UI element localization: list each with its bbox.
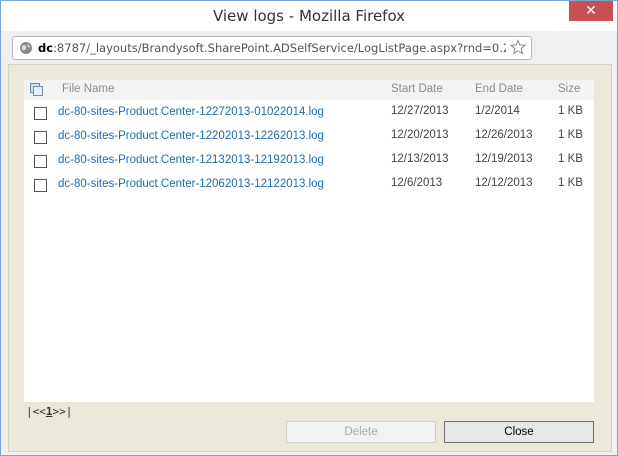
window-title: View logs - Mozilla Firefox	[212, 7, 406, 25]
bookmark-star-icon[interactable]	[510, 39, 526, 55]
size-cell: 1 KB	[558, 105, 583, 117]
start-date-cell: 12/20/2013	[391, 129, 449, 141]
table-row: dc-80-sites-Product Center-12062013-1212…	[24, 173, 594, 197]
pager-first[interactable]: |<	[26, 405, 39, 418]
close-button[interactable]: Close	[444, 421, 594, 443]
log-file-link[interactable]: dc-80-sites-Product Center-12132013-1219…	[58, 154, 324, 166]
title-bar: View logs - Mozilla Firefox ✕	[1, 1, 617, 31]
delete-button[interactable]: Delete	[286, 421, 436, 443]
url-text: dc:8787/_layouts/Brandysoft.SharePoint.A…	[38, 37, 506, 59]
end-date-cell: 12/26/2013	[475, 129, 533, 141]
row-checkbox[interactable]	[34, 179, 47, 192]
row-checkbox[interactable]	[34, 131, 47, 144]
pager-prev[interactable]: <	[39, 405, 46, 418]
table-row: dc-80-sites-Product Center-12202013-1226…	[24, 125, 594, 149]
window-close-button[interactable]: ✕	[569, 1, 613, 21]
end-date-cell: 12/12/2013	[475, 177, 533, 189]
table-header: File Name Start Date End Date Size	[24, 80, 594, 100]
url-path: :8787/_layouts/Brandysoft.SharePoint.ADS…	[53, 41, 506, 55]
table-row: dc-80-sites-Product Center-12132013-1219…	[24, 149, 594, 173]
end-date-cell: 1/2/2014	[475, 105, 520, 117]
size-cell: 1 KB	[558, 153, 583, 165]
header-start-date: Start Date	[391, 83, 443, 95]
globe-icon	[20, 42, 32, 54]
start-date-cell: 12/6/2013	[391, 177, 443, 189]
address-bar[interactable]: dc:8787/_layouts/Brandysoft.SharePoint.A…	[12, 36, 532, 60]
header-end-date: End Date	[475, 83, 523, 95]
header-size: Size	[558, 83, 581, 95]
header-file-name: File Name	[62, 83, 115, 95]
start-date-cell: 12/13/2013	[391, 153, 449, 165]
log-file-link[interactable]: dc-80-sites-Product Center-12272013-0102…	[58, 106, 324, 118]
size-cell: 1 KB	[558, 129, 583, 141]
row-checkbox[interactable]	[34, 155, 47, 168]
log-file-link[interactable]: dc-80-sites-Product Center-12202013-1226…	[58, 130, 324, 142]
url-domain: dc	[38, 41, 54, 55]
pager-current-page[interactable]: 1	[46, 405, 53, 418]
pager: |<<1>>|	[26, 405, 72, 418]
pager-last[interactable]: >|	[59, 405, 72, 418]
end-date-cell: 12/19/2013	[475, 153, 533, 165]
row-checkbox[interactable]	[34, 107, 47, 120]
start-date-cell: 12/27/2013	[391, 105, 449, 117]
size-cell: 1 KB	[558, 177, 583, 189]
log-file-link[interactable]: dc-80-sites-Product Center-12062013-1212…	[58, 178, 324, 190]
select-all-icon[interactable]	[30, 83, 44, 96]
table-row: dc-80-sites-Product Center-12272013-0102…	[24, 101, 594, 125]
